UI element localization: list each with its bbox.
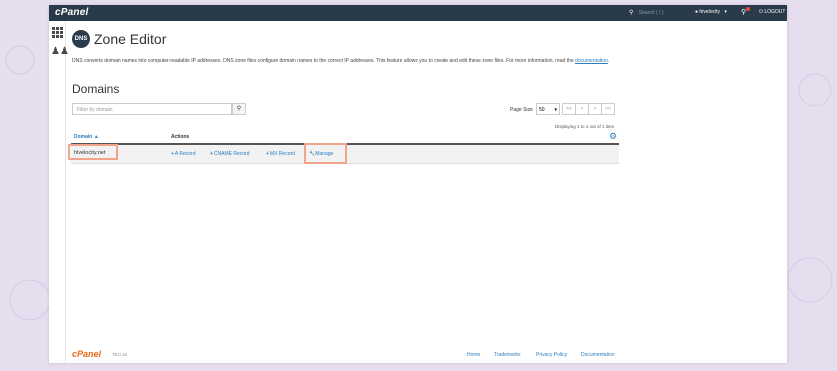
column-header-domain[interactable]: Domain ▲ — [74, 134, 99, 140]
power-icon: ⏻ — [759, 9, 763, 15]
page-size-label: Page Size — [510, 107, 533, 113]
search-icon: ⚲ — [236, 106, 242, 112]
users-icon[interactable]: ♟♟ — [51, 46, 69, 57]
description-text: DNS converts domain names into computer-… — [72, 58, 574, 64]
dns-icon: DNS — [72, 30, 90, 48]
page-title: Zone Editor — [94, 31, 167, 47]
logout-button[interactable]: ⏻ LOGOUT — [759, 9, 785, 15]
prev-page-button[interactable]: < — [575, 103, 589, 115]
plus-icon: + — [266, 151, 269, 157]
mx-record-label: MX Record — [269, 151, 295, 157]
a-record-label: A Record — [174, 151, 196, 157]
page-description: DNS converts domain names into computer-… — [72, 58, 632, 65]
pagination: << < > >> — [562, 103, 615, 115]
logout-label: LOGOUT — [764, 9, 786, 15]
footer-link-trademarks[interactable]: Trademarks — [494, 352, 521, 358]
apps-grid-icon[interactable] — [52, 27, 63, 38]
column-header-actions: Actions — [171, 134, 190, 140]
plus-icon: + — [171, 151, 174, 157]
footer-link-home[interactable]: Home — [467, 352, 480, 358]
user-menu[interactable]: ● hivelocity ▾ — [695, 9, 727, 15]
chevron-down-icon: ▾ — [724, 9, 727, 15]
search-button[interactable]: ⚲ — [232, 103, 246, 115]
username: hivelocity — [699, 9, 720, 15]
sidebar: ♟♟ — [49, 21, 69, 363]
page-size-value: 50 — [539, 107, 545, 113]
search-placeholder: Search ( / ) — [638, 10, 664, 16]
cpanel-window: cPanel ⚲ Search ( / ) ● hivelocity ▾ ⚲ ⏻… — [49, 5, 787, 363]
chevron-down-icon: ▾ — [554, 107, 557, 113]
main-content: DNS Zone Editor DNS converts domain name… — [68, 21, 781, 361]
plus-icon: + — [210, 151, 213, 157]
footer-link-privacy[interactable]: Privacy Policy — [536, 352, 567, 358]
footer: cPanel 78.0.15 Home Trademarks Privacy P… — [71, 346, 781, 360]
cname-record-button[interactable]: +CNAME Record — [210, 151, 250, 157]
last-page-button[interactable]: >> — [601, 103, 615, 115]
manage-button[interactable]: 🔧Manage — [309, 151, 333, 157]
footer-link-documentation[interactable]: Documentation — [581, 352, 615, 358]
gear-icon[interactable]: ⚙ — [609, 131, 617, 142]
first-page-button[interactable]: << — [562, 103, 576, 115]
footer-logo[interactable]: cPanel — [72, 349, 101, 359]
table-row: hivelocity.net +A Record +CNAME Record +… — [68, 143, 619, 164]
mx-record-button[interactable]: +MX Record — [266, 151, 295, 157]
search-icon: ⚲ — [629, 10, 634, 16]
documentation-link[interactable]: documentation — [575, 58, 608, 64]
cpanel-logo[interactable]: cPanel — [55, 7, 88, 18]
domain-name: hivelocity.net — [68, 144, 118, 160]
top-navbar: cPanel ⚲ Search ( / ) ● hivelocity ▾ ⚲ ⏻… — [49, 5, 787, 21]
displaying-count: Displaying 1 to 1 out of 1 item — [555, 124, 615, 129]
description-end: . — [607, 58, 610, 64]
next-page-button[interactable]: > — [588, 103, 602, 115]
search-box[interactable]: ⚲ Search ( / ) — [629, 9, 664, 16]
user-icon: ● — [695, 9, 699, 15]
a-record-button[interactable]: +A Record — [171, 151, 196, 157]
page-size-select[interactable]: 50 ▾ — [536, 103, 560, 115]
section-title: Domains — [72, 82, 120, 96]
filter-domain-input[interactable]: Filter by domain — [72, 103, 232, 115]
version: 78.0.15 — [112, 352, 128, 357]
manage-label: Manage — [315, 151, 334, 157]
cname-record-label: CNAME Record — [213, 151, 250, 157]
notification-badge — [746, 7, 750, 11]
